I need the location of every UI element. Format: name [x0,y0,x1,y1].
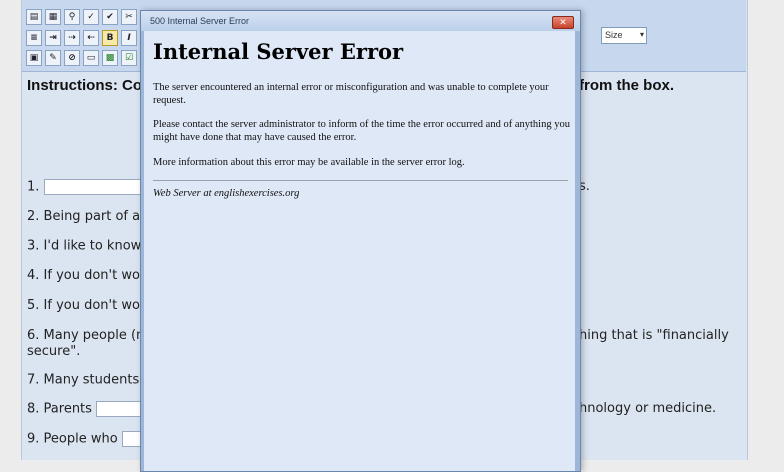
instructions-text: Instructions: Co [27,77,142,94]
question-1: 1. [27,179,146,195]
popup-body: Internal Server Error The server encount… [144,31,575,471]
bold-button[interactable]: B [102,30,118,46]
question-text: 3. I'd like to know [27,238,142,254]
question-2: 2. Being part of a s [27,209,152,224]
server-signature: Web Server at englishexercises.org [153,188,300,199]
question-7: 7. Many students [27,372,154,388]
image-icon[interactable]: ▣ [26,50,42,66]
link-icon[interactable]: ⊘ [64,50,80,66]
question-8: 8. Parents [27,401,147,417]
indent-icon[interactable]: ⇥ [45,30,61,46]
font-size-label: Size [605,30,623,40]
popup-title: 500 Internal Server Error [150,16,250,26]
add-table-icon[interactable]: ▩ [102,50,118,66]
question-6-tail: hing that is "financially [579,328,729,343]
question-text: 7. Many students [27,372,140,388]
save-icon[interactable]: ▦ [45,9,61,25]
divider [153,180,568,181]
question-text: 8. Parents [27,401,92,417]
close-button[interactable]: ✕ [552,16,574,29]
answer-input[interactable] [43,179,146,195]
spellcheck-icon[interactable]: ✓ [83,9,99,25]
question-8-tail: hnology or medicine. [579,401,717,416]
edit-image-icon[interactable]: ✎ [45,50,61,66]
question-number: 1. [27,179,40,195]
chevron-down-icon: ▾ [639,30,644,39]
question-6-line2: secure". [27,344,81,359]
open-icon[interactable]: ▤ [26,9,42,25]
table-icon[interactable]: ▭ [83,50,99,66]
question-4: 4. If you don't work [27,268,153,283]
list-icon[interactable]: ≡ [26,30,42,46]
error-popup-window: 500 Internal Server Error ✕ Internal Ser… [140,10,581,472]
error-paragraph-1: The server encountered an internal error… [153,82,549,106]
question-text: 9. People who [27,431,118,447]
error-paragraph-2: Please contact the server administrator … [153,119,570,143]
popup-titlebar[interactable]: 500 Internal Server Error ✕ [141,11,580,31]
toolbar-row-2: ≡ ⇥ ⇢ ⇠ B I U [26,29,156,47]
toolbar-row-1: ▤ ▦ ⚲ ✓ ✔ ✂ [26,8,137,26]
italic-button[interactable]: I [121,30,137,46]
toolbar-row-3: ▣ ✎ ⊘ ▭ ▩ ☑ ✖ [26,49,156,67]
check-icon[interactable]: ✔ [102,9,118,25]
question-6: 6. Many people (no [27,328,153,343]
rtl-icon[interactable]: ⇠ [83,30,99,46]
error-heading: Internal Server Error [153,39,404,64]
question-9: 9. People who [27,431,148,447]
question-3: 3. I'd like to know [27,238,154,254]
checkbox-icon[interactable]: ☑ [121,50,137,66]
instructions-text-tail: from the box. [579,77,675,94]
error-paragraph-3: More information about this error may be… [153,157,465,168]
ltr-icon[interactable]: ⇢ [64,30,80,46]
cut-icon[interactable]: ✂ [121,9,137,25]
find-icon[interactable]: ⚲ [64,9,80,25]
question-5: 5. If you don't work [27,298,153,313]
font-size-select[interactable]: Size ▾ [601,27,647,44]
answer-input[interactable] [96,401,147,417]
